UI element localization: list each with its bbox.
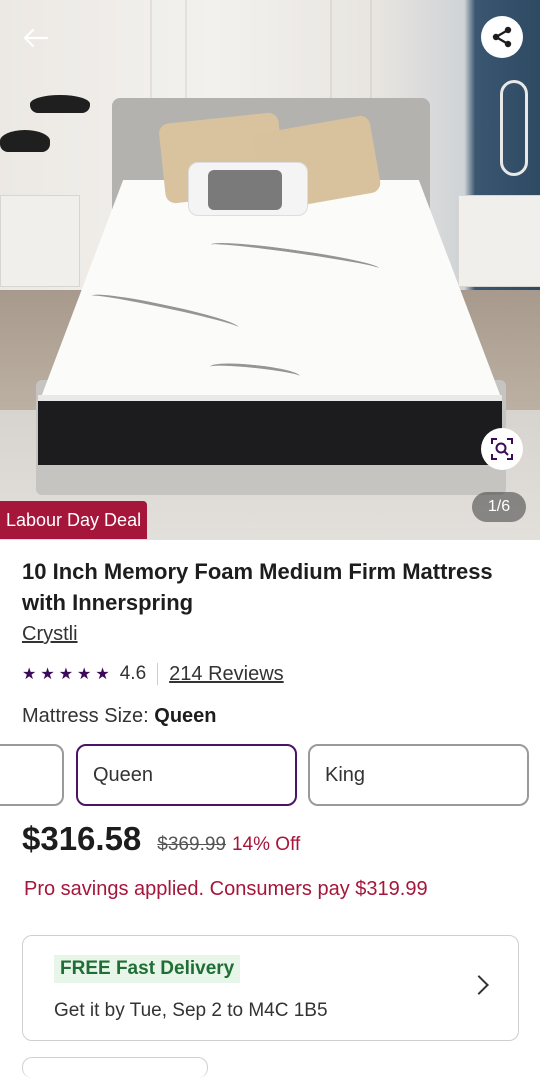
size-option-queen[interactable]: Queen [76,744,297,806]
delivery-estimate: Get it by Tue, Sep 2 to M4C 1B5 [54,1000,328,1021]
size-option-prev[interactable] [0,744,64,806]
size-selected-value: Queen [154,705,217,727]
wall-decor [500,80,528,176]
product-image-carousel[interactable]: 1/6 Labour Day Deal [0,0,540,540]
rating-row: ★★★★★ 4.6 214 Reviews [22,660,284,688]
arrow-left-icon [23,28,49,48]
chevron-right-icon [469,975,489,995]
star-rating-icon: ★★★★★ [22,666,114,683]
visual-search-button[interactable] [481,428,523,470]
nightstand-right [458,195,540,287]
image-search-icon [491,438,513,460]
next-section-peek [22,1057,208,1078]
brand-link[interactable]: Crystli [22,623,78,646]
image-counter: 1/6 [472,492,526,522]
price-row: $316.58 $369.99 14% Off [22,820,300,864]
discount-label: 14% Off [231,834,301,855]
current-price: $316.58 [22,820,142,857]
size-label-text: Mattress Size: [22,705,149,727]
reviews-link[interactable]: 214 Reviews [169,663,284,686]
size-option-king[interactable]: King [308,744,529,806]
divider [157,663,159,685]
rating-value: 4.6 [119,663,147,684]
share-button[interactable] [481,16,523,58]
pendant-lamp [0,130,50,152]
deal-badge: Labour Day Deal [0,501,148,539]
nightstand-left [0,195,80,287]
pro-savings-note: Pro savings applied. Consumers pay $319.… [24,878,428,900]
size-option-label: King [325,763,366,786]
size-label: Mattress Size: Queen [22,705,217,728]
free-delivery-badge: FREE Fast Delivery [54,955,241,983]
pendant-lamp [30,95,90,113]
pillow [208,170,282,210]
share-icon [492,26,512,48]
mattress-side [38,395,502,465]
size-option-label: Queen [93,763,154,786]
back-button[interactable] [20,22,52,54]
original-price: $369.99 [157,834,226,855]
delivery-card[interactable]: FREE Fast Delivery Get it by Tue, Sep 2 … [22,935,519,1041]
product-title: 10 Inch Memory Foam Medium Firm Mattress… [22,559,493,615]
